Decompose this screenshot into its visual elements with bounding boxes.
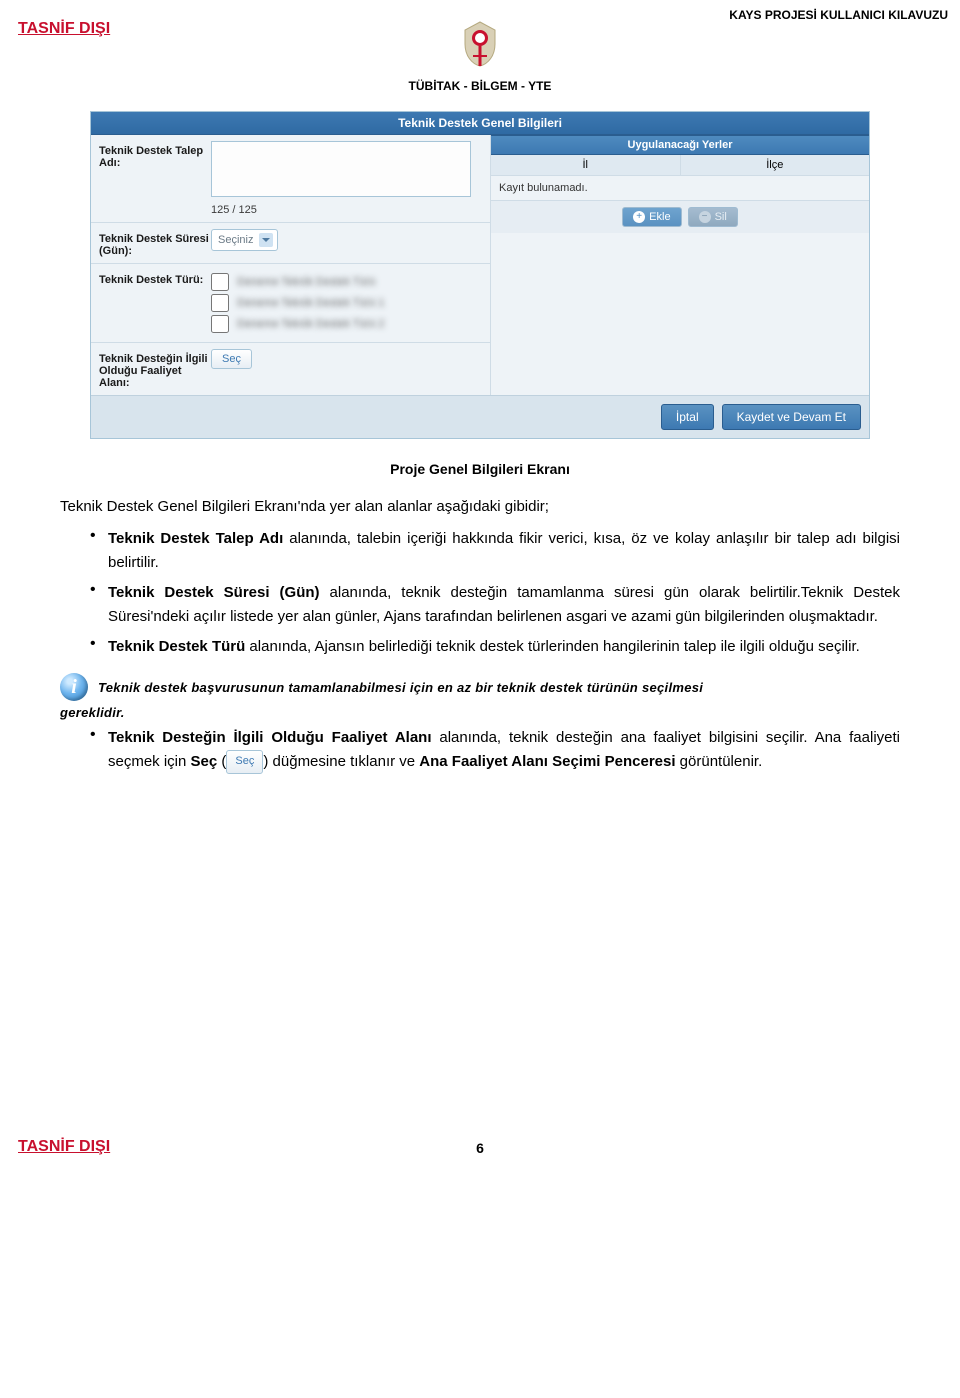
row-sure: Teknik Destek Süresi (Gün): Seçiniz (91, 222, 490, 263)
checkbox-tur-0[interactable]: Deneme Teknik Destek Türü (211, 273, 482, 291)
row-tur: Teknik Destek Türü: Deneme Teknik Destek… (91, 263, 490, 342)
checkbox-label-2: Deneme Teknik Destek Türü 2 (237, 318, 385, 330)
form-right-column: Uygulanacağı Yerler İl İlçe Kayıt buluna… (491, 135, 869, 395)
bullet-icon: • (90, 527, 108, 575)
b4-rest-e: görüntülenir. (676, 753, 763, 770)
b4-rest-b: ( (217, 753, 226, 770)
right-subtitle: Uygulanacağı Yerler (491, 135, 869, 155)
checkbox-tur-1[interactable]: Deneme Teknik Destek Türü 1 (211, 294, 482, 312)
logo-wrap (60, 20, 900, 73)
select-sure-value: Seçiniz (218, 234, 253, 246)
add-button[interactable]: + Ekle (622, 207, 681, 227)
b4-rest-c: ) düğmesine tıklanır ve (263, 753, 419, 770)
form-left-column: Teknik Destek Talep Adı: 125 / 125 Tekni… (91, 135, 491, 395)
add-button-label: Ekle (649, 211, 670, 223)
save-continue-button[interactable]: Kaydet ve Devam Et (722, 404, 861, 430)
b1-lead: Teknik Destek Talep Adı (108, 530, 283, 547)
b2-lead: Teknik Destek Süresi (Gün) (108, 584, 320, 601)
figure-caption: Proje Genel Bilgileri Ekranı (60, 461, 900, 477)
char-counter: 125 / 125 (211, 204, 482, 216)
checkbox-label-1: Deneme Teknik Destek Türü 1 (237, 297, 385, 309)
info-text-line1: Teknik destek başvurusunun tamamlanabilm… (98, 680, 900, 695)
label-tur: Teknik Destek Türü: (99, 270, 211, 286)
col-ilce: İlçe (681, 155, 870, 175)
b4-rest-d: Ana Faaliyet Alanı Seçimi Penceresi (419, 753, 675, 770)
b4-lead: Teknik Desteğin İlgili Olduğu Faaliyet A… (108, 729, 432, 746)
org-line: TÜBİTAK - BİLGEM - YTE (60, 79, 900, 93)
sec-button[interactable]: Seç (211, 349, 252, 369)
inline-sec-button: Seç (226, 750, 263, 774)
delete-button[interactable]: − Sil (688, 207, 738, 227)
delete-button-label: Sil (715, 211, 727, 223)
form-body: Teknik Destek Talep Adı: 125 / 125 Tekni… (91, 135, 869, 395)
checkbox-input-2[interactable] (211, 315, 229, 333)
checkbox-input-0[interactable] (211, 273, 229, 291)
label-sure: Teknik Destek Süresi (Gün): (99, 229, 211, 257)
bullet-3: • Teknik Destek Türü alanında, Ajansın b… (90, 635, 900, 659)
row-faaliyet: Teknik Desteğin İlgili Olduğu Faaliyet A… (91, 342, 490, 395)
cancel-button[interactable]: İptal (661, 404, 714, 430)
select-sure[interactable]: Seçiniz (211, 229, 278, 251)
document-page: TASNİF DIŞI KAYS PROJESİ KULLANICI KILAV… (0, 0, 960, 1170)
bullet-icon: • (90, 726, 108, 774)
intro-paragraph: Teknik Destek Genel Bilgileri Ekranı'nda… (60, 495, 900, 519)
plus-icon: + (633, 211, 645, 223)
empty-message: Kayıt bulunamadı. (491, 176, 869, 200)
form-footer: İptal Kaydet ve Devam Et (91, 395, 869, 438)
footer-classification: TASNİF DIŞI (18, 1138, 110, 1156)
info-text-line2: gereklidir. (60, 705, 900, 720)
right-columns-header: İl İlçe (491, 155, 869, 176)
tubitak-logo-icon (461, 20, 499, 68)
b4-sec-word: Seç (191, 753, 218, 770)
right-subfooter: + Ekle − Sil (491, 200, 869, 233)
input-talep-adi[interactable] (211, 141, 471, 197)
minus-icon: − (699, 211, 711, 223)
checkbox-tur-2[interactable]: Deneme Teknik Destek Türü 2 (211, 315, 482, 333)
page-number: 6 (476, 1140, 484, 1156)
b3-rest: alanında, Ajansın belirlediği teknik des… (245, 638, 860, 655)
b3-lead: Teknik Destek Türü (108, 638, 245, 655)
bullet-4: • Teknik Desteğin İlgili Olduğu Faaliyet… (90, 726, 900, 774)
header-right-title: KAYS PROJESİ KULLANICI KILAVUZU (729, 8, 948, 22)
checkbox-input-1[interactable] (211, 294, 229, 312)
bullet-icon: • (90, 635, 108, 659)
label-faaliyet: Teknik Desteğin İlgili Olduğu Faaliyet A… (99, 349, 211, 389)
bullet-2: • Teknik Destek Süresi (Gün) alanında, t… (90, 581, 900, 629)
info-row: i Teknik destek başvurusunun tamamlanabi… (60, 673, 900, 701)
header-classification: TASNİF DIŞI (18, 20, 110, 38)
row-talep-adi: Teknik Destek Talep Adı: 125 / 125 (91, 135, 490, 222)
col-il: İl (491, 155, 681, 175)
bullet-1: • Teknik Destek Talep Adı alanında, tale… (90, 527, 900, 575)
form-titlebar: Teknik Destek Genel Bilgileri (91, 112, 869, 135)
label-talep-adi: Teknik Destek Talep Adı: (99, 141, 211, 169)
checkbox-label-0: Deneme Teknik Destek Türü (237, 276, 375, 288)
bullet-icon: • (90, 581, 108, 629)
form-panel: Teknik Destek Genel Bilgileri Teknik Des… (90, 111, 870, 439)
info-icon: i (60, 673, 88, 701)
chevron-down-icon (259, 233, 273, 247)
